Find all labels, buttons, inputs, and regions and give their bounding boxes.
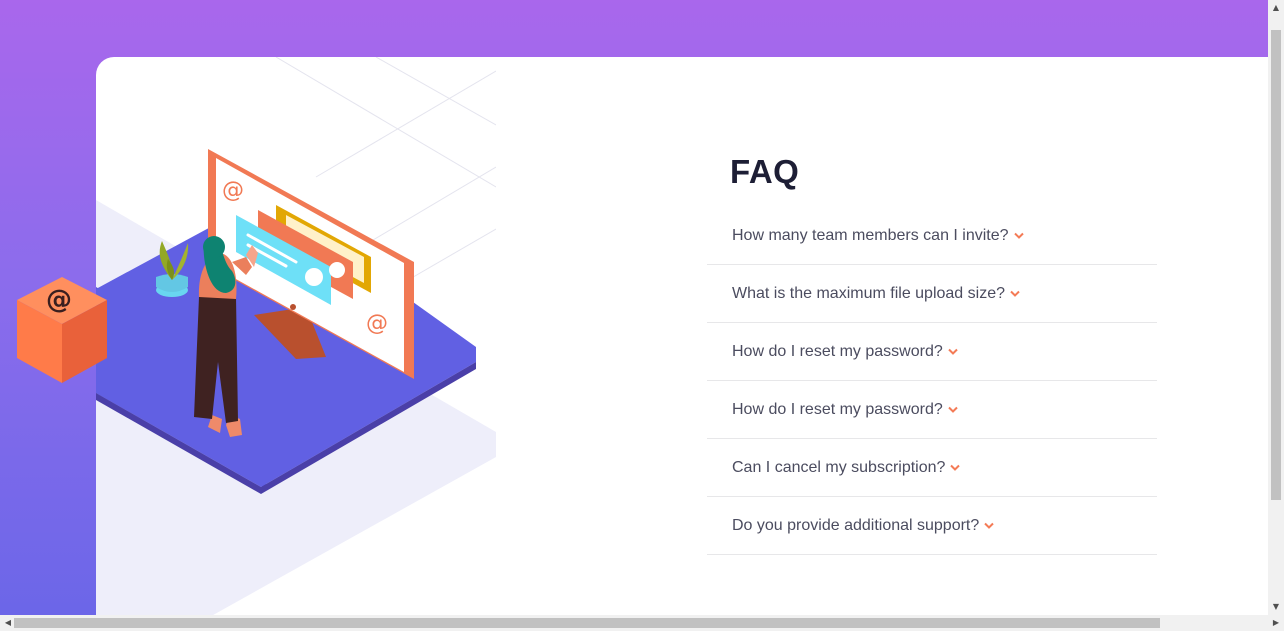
- chevron-down-icon: [948, 348, 958, 355]
- faq-item[interactable]: Can I cancel my subscription?: [707, 439, 1157, 497]
- faq-question: How do I reset my password?: [732, 400, 943, 418]
- faq-item[interactable]: What is the maximum file upload size?: [707, 265, 1157, 323]
- faq-question: How many team members can I invite?: [732, 227, 1009, 244]
- chevron-down-icon: [948, 406, 958, 413]
- faq-question: Do you provide additional support?: [732, 516, 980, 534]
- page: { "faq": { "title": "FAQ", "items": [ {"…: [0, 0, 1284, 631]
- scrollbar-thumb[interactable]: [1271, 30, 1281, 500]
- chevron-down-icon: [1010, 290, 1020, 297]
- faq-question: What is the maximum file upload size?: [732, 284, 1005, 302]
- svg-text:@: @: [366, 311, 388, 336]
- scroll-right-icon[interactable]: ▶: [1268, 615, 1284, 631]
- chevron-down-icon: [950, 464, 961, 471]
- vertical-scrollbar[interactable]: ▲ ▼: [1268, 0, 1284, 615]
- faq-item[interactable]: How do I reset my password?: [707, 323, 1157, 381]
- chevron-down-icon: [1013, 232, 1024, 239]
- faq-list: How many team members can I invite? What…: [707, 208, 1157, 555]
- scroll-up-icon[interactable]: ▲: [1268, 0, 1284, 16]
- faq-question: How do I reset my password?: [732, 342, 943, 360]
- scroll-down-icon[interactable]: ▼: [1268, 599, 1284, 615]
- woman-online-illustration: @ @: [96, 57, 496, 619]
- at-box-illustration: @: [17, 277, 107, 383]
- faq-question: Can I cancel my subscription?: [732, 458, 946, 476]
- svg-text:@: @: [222, 178, 244, 203]
- svg-text:@: @: [46, 285, 72, 315]
- faq-card: @ @ FAQ How many team members can I invi…: [96, 57, 1268, 619]
- horizontal-scrollbar[interactable]: ◀ ▶: [0, 615, 1284, 631]
- faq-item[interactable]: How do I reset my password?: [707, 381, 1157, 439]
- chevron-down-icon: [984, 522, 994, 529]
- faq-item[interactable]: Do you provide additional support?: [707, 497, 1157, 555]
- scrollbar-thumb[interactable]: [14, 618, 1160, 628]
- faq-item[interactable]: How many team members can I invite?: [707, 208, 1157, 265]
- faq-title: FAQ: [730, 153, 800, 190]
